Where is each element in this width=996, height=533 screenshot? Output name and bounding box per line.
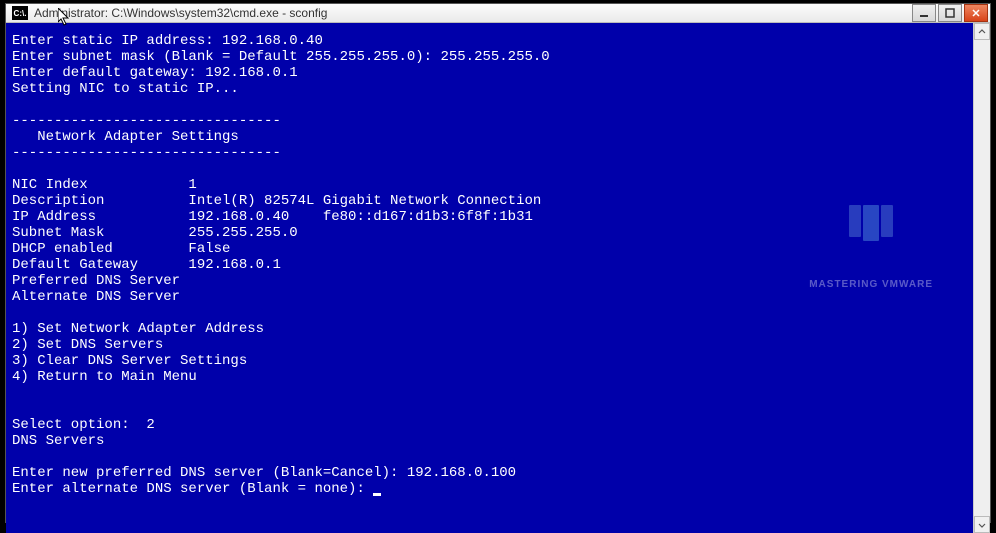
cmd-window: C:\. Administrator: C:\Windows\system32\… (5, 3, 991, 523)
terminal-output[interactable]: Enter static IP address: 192.168.0.40 En… (6, 23, 973, 533)
vertical-scrollbar[interactable] (973, 23, 990, 533)
term-line: Enter default gateway: 192.168.0.1 (12, 65, 298, 81)
term-line: NIC Index 1 (12, 177, 197, 193)
minimize-button[interactable] (912, 4, 936, 22)
term-line: 2) Set DNS Servers (12, 337, 163, 353)
watermark-text: MASTERING VMWARE (809, 277, 933, 293)
window-controls (912, 4, 988, 22)
app-icon: C:\. (12, 6, 28, 20)
term-line: IP Address 192.168.0.40 fe80::d167:d1b3:… (12, 209, 533, 225)
maximize-icon (945, 8, 955, 18)
term-line: -------------------------------- (12, 145, 281, 161)
term-line: 3) Clear DNS Server Settings (12, 353, 247, 369)
minimize-icon (919, 8, 929, 18)
term-line: Setting NIC to static IP... (12, 81, 239, 97)
term-line: Subnet Mask 255.255.255.0 (12, 225, 298, 241)
term-line: DHCP enabled False (12, 241, 230, 257)
term-line: 1) Set Network Adapter Address (12, 321, 264, 337)
chevron-up-icon (978, 28, 986, 36)
term-line: Network Adapter Settings (12, 129, 239, 145)
term-line: Enter new preferred DNS server (Blank=Ca… (12, 465, 516, 481)
scroll-track[interactable] (974, 40, 990, 516)
chevron-down-icon (978, 521, 986, 529)
term-line: Description Intel(R) 82574L Gigabit Netw… (12, 193, 541, 209)
term-line: Select option: 2 (12, 417, 155, 433)
scroll-down-button[interactable] (974, 516, 990, 533)
term-line: Enter subnet mask (Blank = Default 255.2… (12, 49, 550, 65)
close-icon (971, 8, 981, 18)
close-button[interactable] (964, 4, 988, 22)
maximize-button[interactable] (938, 4, 962, 22)
term-line: Preferred DNS Server (12, 273, 180, 289)
term-line: Alternate DNS Server (12, 289, 180, 305)
term-line: Enter alternate DNS server (Blank = none… (12, 481, 373, 497)
term-line: Enter static IP address: 192.168.0.40 (12, 33, 323, 49)
watermark-logo-icon (809, 205, 933, 241)
term-line: DNS Servers (12, 433, 104, 449)
titlebar[interactable]: C:\. Administrator: C:\Windows\system32\… (6, 4, 990, 23)
term-line: 4) Return to Main Menu (12, 369, 197, 385)
watermark: MASTERING VMWARE (809, 173, 933, 325)
window-title: Administrator: C:\Windows\system32\cmd.e… (34, 6, 912, 20)
term-line: Default Gateway 192.168.0.1 (12, 257, 281, 273)
cursor (373, 493, 381, 496)
term-line: -------------------------------- (12, 113, 281, 129)
scroll-up-button[interactable] (974, 23, 990, 40)
terminal-area: Enter static IP address: 192.168.0.40 En… (6, 23, 990, 533)
